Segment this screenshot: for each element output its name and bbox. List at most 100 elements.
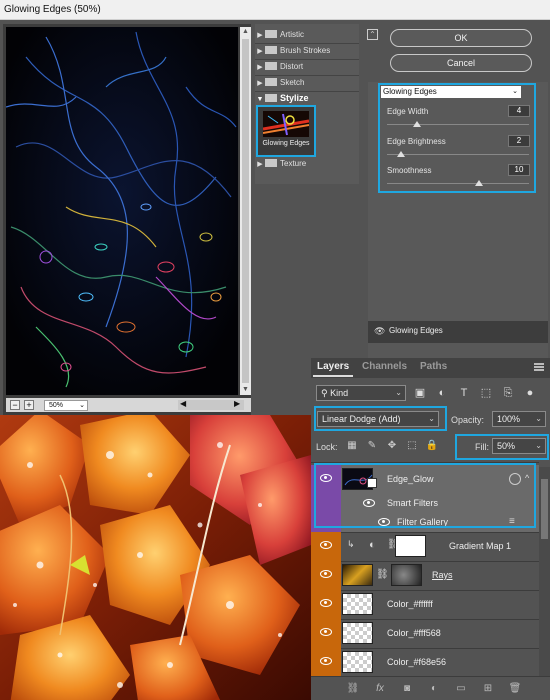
category-artistic[interactable]: ▶ Artistic xyxy=(255,27,359,42)
new-group-icon[interactable]: ▭ xyxy=(453,682,469,696)
layer-visibility[interactable] xyxy=(311,561,341,590)
visibility-eye-icon[interactable] xyxy=(320,657,332,665)
chevron-down-icon: ⌄ xyxy=(395,388,402,397)
layer-name: Gradient Map 1 xyxy=(449,541,512,551)
layer-visibility[interactable] xyxy=(311,648,341,677)
smoothness-input[interactable]: 10 xyxy=(508,164,530,176)
scroll-down-icon[interactable]: ▼ xyxy=(240,385,251,395)
lock-transparent-icon[interactable]: ▦ xyxy=(345,439,359,453)
layer-rays[interactable]: ⛓ Rays xyxy=(311,561,539,590)
layer-name: Color_#f68e56 xyxy=(387,657,447,667)
edge-width-slider-knob[interactable] xyxy=(412,121,421,127)
type-layer-filter-icon[interactable]: T xyxy=(457,386,471,400)
folder-icon xyxy=(265,30,277,38)
filter-thumb-glowing-edges[interactable]: Glowing Edges xyxy=(256,105,316,157)
opacity-value: 100% xyxy=(497,414,521,424)
ok-button[interactable]: OK xyxy=(390,29,532,47)
layer-name: Color_#fff568 xyxy=(387,628,441,638)
pixel-layer-filter-icon[interactable]: ▣ xyxy=(413,386,427,400)
category-sketch[interactable]: ▶ Sketch xyxy=(255,75,359,90)
tab-layers[interactable]: Layers xyxy=(317,361,349,372)
expand-icon: ▶ xyxy=(257,48,263,55)
layer-mask-thumbnail[interactable] xyxy=(395,535,426,557)
new-layer-icon[interactable]: ⊞ xyxy=(480,682,496,696)
expand-icon: ▶ xyxy=(257,161,263,168)
layer-visibility[interactable] xyxy=(311,532,341,561)
zoom-in-button[interactable]: + xyxy=(24,400,34,410)
category-distort[interactable]: ▶ Distort xyxy=(255,59,359,74)
tab-channels[interactable]: Channels xyxy=(362,361,407,372)
active-tab-indicator xyxy=(313,375,353,377)
scroll-thumb[interactable] xyxy=(242,39,249,383)
adjustment-layer-filter-icon[interactable]: ◐ xyxy=(435,386,449,400)
panel-menu-icon[interactable] xyxy=(534,363,544,371)
new-adjustment-icon[interactable]: ◐ xyxy=(426,682,442,696)
visibility-eye-icon[interactable] xyxy=(320,599,332,607)
edge-brightness-input[interactable]: 2 xyxy=(508,135,530,147)
lock-move-icon[interactable]: ✥ xyxy=(385,439,399,453)
preview-vertical-scrollbar[interactable]: ▲ ▼ xyxy=(240,27,251,395)
edge-brightness-slider-knob[interactable] xyxy=(397,151,406,157)
lock-all-icon[interactable]: 🔒 xyxy=(425,439,439,453)
smoothness-slider-knob[interactable] xyxy=(475,180,484,186)
scroll-left-icon[interactable]: ◀ xyxy=(180,399,186,408)
preview-panel: ▲ ▼ − + 50% ⌄ ◀ ▶ xyxy=(3,24,251,432)
layer-color-f68e56[interactable]: Color_#f68e56 xyxy=(311,648,539,677)
layer-visibility[interactable] xyxy=(311,590,341,619)
layers-scrollbar[interactable] xyxy=(539,467,550,679)
collapse-gallery-button[interactable]: ⌃ xyxy=(367,29,378,40)
cancel-button[interactable]: Cancel xyxy=(390,54,532,72)
link-layers-icon[interactable]: ⛓ xyxy=(345,682,361,696)
scroll-right-icon[interactable]: ▶ xyxy=(234,399,240,408)
layer-gradient-map-1[interactable]: ↳ ◐ ⛓ Gradient Map 1 xyxy=(311,532,539,561)
layer-color-ffffff[interactable]: Color_#ffffff xyxy=(311,590,539,619)
filter-toggle-icon[interactable]: ● xyxy=(523,386,537,400)
opacity-field[interactable]: 100% ⌄ xyxy=(492,411,546,427)
filter-select[interactable]: Glowing Edges ⌄ xyxy=(381,86,521,98)
visibility-eye-icon[interactable]: 👁 xyxy=(374,326,385,337)
visibility-eye-icon[interactable] xyxy=(320,541,332,549)
lock-artboard-icon[interactable]: ⬚ xyxy=(405,439,419,453)
category-texture[interactable]: ▶ Texture xyxy=(255,156,359,171)
category-stylize[interactable]: ▼ Stylize xyxy=(255,91,359,106)
layer-thumbnail xyxy=(342,622,373,644)
scroll-up-icon[interactable]: ▲ xyxy=(240,27,251,37)
filter-category-tree: ▶ Artistic ▶ Brush Strokes ▶ Distort ▶ Sketc… xyxy=(255,24,359,184)
folder-icon xyxy=(265,159,277,167)
shape-layer-filter-icon[interactable]: ⬚ xyxy=(479,386,493,400)
fx-icon[interactable]: fx xyxy=(372,682,388,696)
edge-brightness-slider[interactable] xyxy=(387,154,529,155)
smart-object-filter-icon[interactable]: ⎘ xyxy=(501,386,515,400)
kind-filter-select[interactable]: ⚲ Kind ⌄ xyxy=(316,385,406,401)
tab-paths[interactable]: Paths xyxy=(420,361,447,372)
visibility-eye-icon[interactable] xyxy=(320,628,332,636)
zoom-out-button[interactable]: − xyxy=(10,400,20,410)
smoothness-slider[interactable] xyxy=(387,183,529,184)
layer-name: Rays xyxy=(432,570,453,580)
trash-icon[interactable]: 🗑 xyxy=(507,682,523,696)
zoom-select[interactable]: 50% ⌄ xyxy=(44,400,88,411)
chevron-down-icon: ⌄ xyxy=(428,414,435,423)
category-brush-strokes[interactable]: ▶ Brush Strokes xyxy=(255,43,359,58)
edge-width-slider[interactable] xyxy=(387,124,529,125)
zoom-value: 50% xyxy=(49,402,64,409)
preview-footer: − + 50% ⌄ ◀ ▶ xyxy=(6,398,251,412)
edge-width-input[interactable]: 4 xyxy=(508,105,530,117)
layer-visibility[interactable] xyxy=(311,619,341,648)
link-icon[interactable]: ⛓ xyxy=(376,569,389,580)
add-mask-icon[interactable]: ◙ xyxy=(399,682,415,696)
preview-image[interactable] xyxy=(6,27,238,395)
document-photo xyxy=(0,415,311,700)
applied-filter-row[interactable]: 👁 Glowing Edges xyxy=(368,321,548,343)
visibility-eye-icon[interactable] xyxy=(320,570,332,578)
edge-brightness-label: Edge Brightness xyxy=(387,137,446,146)
expand-icon: ▶ xyxy=(257,32,263,39)
layer-mask-thumbnail[interactable] xyxy=(391,564,422,586)
layer-color-fff568[interactable]: Color_#fff568 xyxy=(311,619,539,648)
fill-field[interactable]: 50% ⌄ xyxy=(492,438,546,454)
blend-mode-select[interactable]: Linear Dodge (Add) ⌄ xyxy=(317,411,439,427)
scroll-thumb[interactable] xyxy=(541,479,548,539)
lock-brush-icon[interactable]: ✎ xyxy=(365,439,379,453)
filter-select-value: Glowing Edges xyxy=(383,87,437,96)
chevron-down-icon: ⌄ xyxy=(79,402,85,409)
